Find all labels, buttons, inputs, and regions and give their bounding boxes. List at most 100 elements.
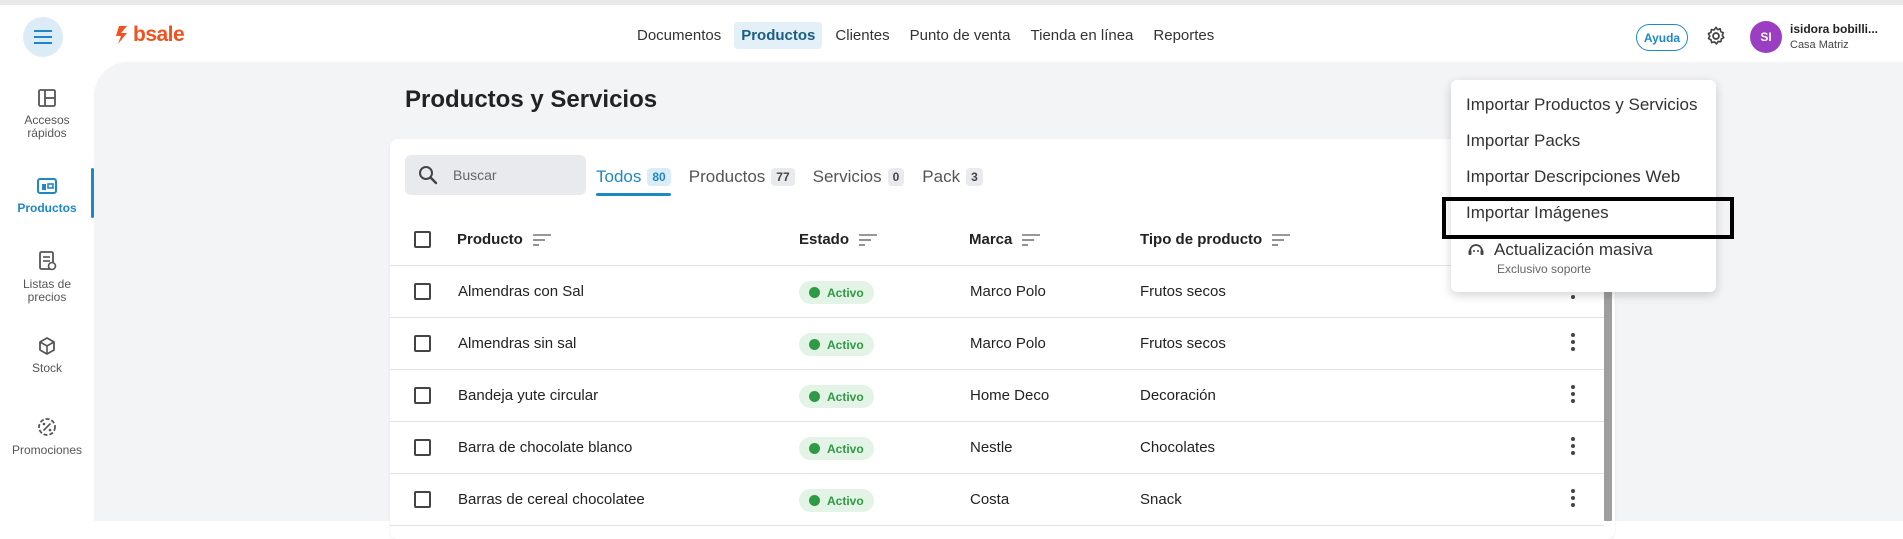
more-options-icon[interactable] [1570, 384, 1576, 404]
sidebar-item-label: Promociones [11, 443, 83, 457]
cell-producto: Bandeja yute circular [458, 387, 599, 404]
menu-button[interactable] [23, 17, 63, 57]
support-agent-icon [1468, 244, 1484, 255]
cell-tipo: Decoración [1140, 387, 1216, 404]
top-bar: bsale Documentos Productos Clientes Punt… [0, 0, 1903, 66]
sidebar-item-label: Stock [31, 361, 62, 375]
tab-count-badge: 3 [966, 168, 983, 186]
hamburger-icon [34, 30, 52, 44]
column-header-marca[interactable]: Marca [969, 231, 1041, 248]
cell-marca: Nestle [970, 439, 1013, 456]
search-box[interactable] [405, 155, 586, 195]
tab-count-badge: 0 [887, 168, 905, 186]
column-header-label: Producto [457, 231, 523, 248]
sort-icon[interactable] [532, 233, 551, 246]
select-all-checkbox[interactable] [414, 231, 431, 248]
cell-tipo: Frutos secos [1140, 283, 1226, 300]
sort-icon[interactable] [1272, 233, 1291, 246]
row-checkbox[interactable] [414, 387, 431, 404]
menu-item-subtitle: Exclusivo soporte [1497, 262, 1592, 276]
sidebar-item-label: Listas de precios [22, 277, 72, 304]
row-checkbox[interactable] [414, 283, 431, 300]
row-checkbox[interactable] [414, 439, 431, 456]
table-header-row: Producto Estado Marca Tipo de producto [390, 214, 1604, 266]
column-header-label: Tipo de producto [1140, 231, 1263, 248]
tab-label: Productos [688, 167, 766, 186]
logo-text: bsale [133, 23, 185, 46]
status-badge: Activo [799, 437, 874, 460]
status-badge: Activo [799, 333, 874, 356]
user-branch: Casa Matriz [1790, 39, 1849, 51]
nav-clientes[interactable]: Clientes [828, 22, 896, 49]
sort-icon[interactable] [1022, 233, 1041, 246]
bsale-logo[interactable]: bsale [115, 23, 185, 47]
menu-item-importar-descripciones-web[interactable]: Importar Descripciones Web [1466, 167, 1680, 187]
menu-item-label: Actualización masiva [1494, 240, 1653, 259]
sort-icon[interactable] [859, 233, 878, 246]
sidebar-item-stock[interactable]: Stock [0, 336, 94, 375]
status-badge: Activo [799, 281, 874, 304]
product-tabs: Todos 80 Productos 77 Servicios 0 Pack 3 [596, 163, 983, 196]
row-checkbox[interactable] [414, 491, 431, 508]
more-options-icon[interactable] [1570, 436, 1576, 456]
sidebar-item-label: Accesos rápidos [24, 113, 70, 140]
sidebar-item-label: Productos [17, 201, 77, 215]
tab-count-badge: 80 [647, 168, 671, 186]
column-header-tipo-de-producto[interactable]: Tipo de producto [1140, 231, 1291, 248]
nav-documentos[interactable]: Documentos [630, 22, 728, 49]
dashboard-icon [38, 89, 56, 107]
column-header-label: Estado [799, 231, 850, 248]
status-badge: Activo [799, 489, 874, 512]
help-button[interactable]: Ayuda [1636, 24, 1688, 51]
sidebar-item-productos[interactable]: Productos [0, 168, 94, 218]
nav-reportes[interactable]: Reportes [1146, 22, 1221, 49]
user-name[interactable]: isidora bobilli... [1790, 22, 1878, 36]
table-row[interactable]: Almendras sin sal Activo Marco Polo Frut… [390, 318, 1604, 370]
cell-tipo: Snack [1140, 491, 1182, 508]
cell-producto: Almendras con Sal [458, 283, 584, 300]
table-row[interactable]: Barra de chocolate blanco Activo Nestle … [390, 422, 1604, 474]
status-badge: Activo [799, 385, 874, 408]
avatar[interactable]: SI [1750, 21, 1782, 53]
page-title: Productos y Servicios [405, 86, 658, 113]
tab-servicios[interactable]: Servicios 0 [813, 163, 905, 191]
cell-producto: Barras de cereal chocolatee [458, 491, 645, 508]
more-options-icon[interactable] [1570, 488, 1576, 508]
highlight-box [1442, 197, 1734, 239]
sidebar-item-promociones[interactable]: Promociones [0, 416, 94, 457]
tab-pack[interactable]: Pack 3 [922, 163, 983, 191]
cell-marca: Marco Polo [970, 283, 1046, 300]
top-navigation: Documentos Productos Clientes Punto de v… [630, 22, 1221, 49]
table-row[interactable]: Bandeja yute circular Activo Home Deco D… [390, 370, 1604, 422]
cell-producto: Barra de chocolate blanco [458, 439, 633, 456]
table-scrollbar[interactable] [1604, 290, 1612, 521]
column-header-estado[interactable]: Estado [799, 231, 878, 248]
gear-icon[interactable] [1705, 25, 1727, 47]
menu-item-importar-packs[interactable]: Importar Packs [1466, 131, 1580, 151]
cell-producto: Almendras sin sal [458, 335, 577, 352]
nav-productos[interactable]: Productos [734, 22, 823, 49]
tab-label: Servicios [812, 167, 882, 186]
tab-productos[interactable]: Productos 77 [689, 163, 795, 191]
more-options-icon[interactable] [1570, 332, 1576, 352]
column-header-producto[interactable]: Producto [457, 231, 551, 248]
table-row[interactable]: Barras de cereal chocolatee Activo Costa… [390, 474, 1604, 526]
sidebar-item-accesos-rapidos[interactable]: Accesos rápidos [0, 88, 94, 140]
row-checkbox[interactable] [414, 335, 431, 352]
cell-marca: Marco Polo [970, 335, 1046, 352]
column-header-label: Marca [969, 231, 1013, 248]
bsale-logo-icon [116, 26, 127, 44]
cell-tipo: Chocolates [1140, 439, 1216, 456]
menu-item-importar-productos[interactable]: Importar Productos y Servicios [1466, 95, 1697, 115]
cell-tipo: Frutos secos [1140, 335, 1226, 352]
menu-item-actualizacion-masiva[interactable]: Actualización masiva [1466, 240, 1653, 260]
sidebar-item-listas-de-precios[interactable]: Listas de precios [0, 250, 94, 304]
nav-punto-de-venta[interactable]: Punto de venta [903, 22, 1018, 49]
search-input[interactable] [453, 165, 578, 185]
cell-marca: Home Deco [970, 387, 1050, 404]
table-row[interactable]: Almendras con Sal Activo Marco Polo Frut… [390, 266, 1604, 318]
box-icon [39, 337, 55, 355]
nav-tienda-en-linea[interactable]: Tienda en línea [1024, 22, 1141, 49]
tab-todos[interactable]: Todos 80 [596, 163, 671, 196]
tab-label: Todos [596, 167, 642, 186]
